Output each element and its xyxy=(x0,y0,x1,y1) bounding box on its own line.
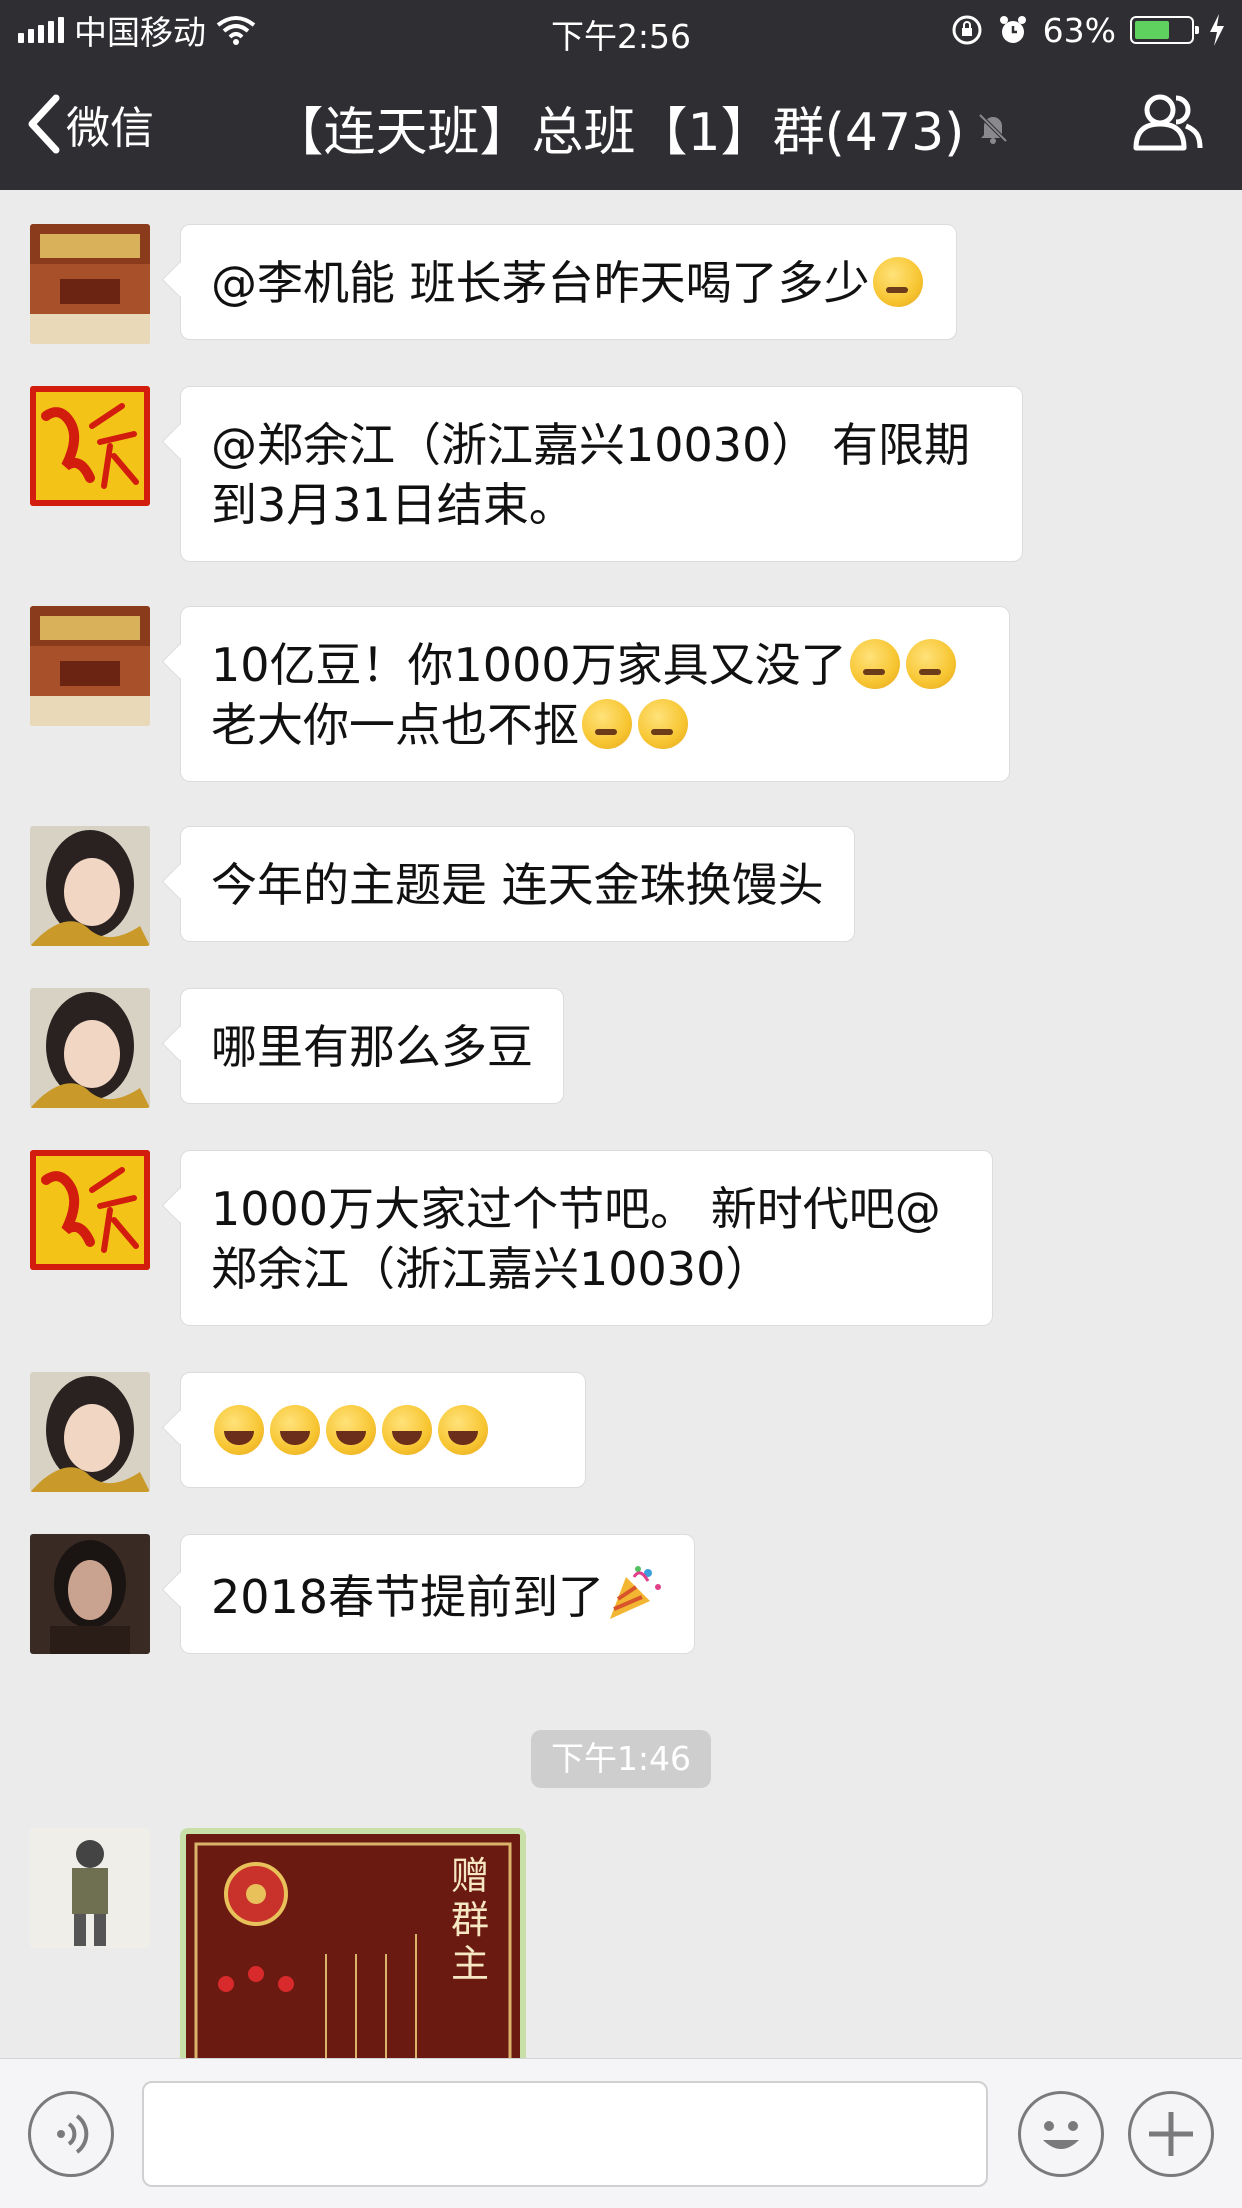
voice-toggle-button[interactable] xyxy=(28,2091,114,2177)
input-bar xyxy=(0,2058,1242,2208)
message-bubble[interactable]: 10亿豆！你1000万家具又没了 老大你一点也不抠 xyxy=(180,606,1010,782)
avatar-woman-selfie[interactable] xyxy=(30,988,150,1108)
chat-message xyxy=(30,1372,586,1492)
status-right: 63% xyxy=(951,10,1226,50)
chat-message: 1000万大家过个节吧。 新时代吧@郑余江（浙江嘉兴10030） xyxy=(30,1150,993,1326)
avatar-woman-selfie[interactable] xyxy=(30,1372,150,1492)
avatar-image xyxy=(30,1150,150,1270)
more-button[interactable] xyxy=(1128,2091,1214,2177)
avatar-image xyxy=(30,1534,150,1654)
message-bubble[interactable]: @李机能 班长茅台昨天喝了多少 xyxy=(180,224,957,340)
message-bubble[interactable]: 1000万大家过个节吧。 新时代吧@郑余江（浙江嘉兴10030） xyxy=(180,1150,993,1326)
avatar-furniture-room[interactable] xyxy=(30,606,150,726)
avatar-image xyxy=(30,386,150,506)
message-line: 老大你一点也不抠 xyxy=(211,695,979,755)
message-text: 1000万大家过个节吧。 新时代吧@郑余江（浙江嘉兴10030） xyxy=(211,1182,941,1296)
chat-message: @郑余江（浙江嘉兴10030） 有限期到3月31日结束。 xyxy=(30,386,1023,562)
message-text: 今年的主题是 连天金珠换馒头 xyxy=(211,858,824,912)
message-text: @郑余江（浙江嘉兴10030） 有限期到3月31日结束。 xyxy=(211,418,970,532)
avatar-red-logo[interactable] xyxy=(30,1150,150,1270)
avatar-image xyxy=(30,224,150,344)
avatar-woman-selfie[interactable] xyxy=(30,826,150,946)
avatar-image xyxy=(30,826,150,946)
chat-message: 2018春节提前到了 xyxy=(30,1534,696,1654)
plus-icon xyxy=(1149,2112,1193,2156)
message-text: 老大你一点也不抠 xyxy=(211,698,579,752)
avatar-image xyxy=(30,988,150,1108)
back-label: 微信 xyxy=(66,103,154,154)
tears-of-joy-emoji xyxy=(438,1405,488,1455)
chevron-left-icon xyxy=(28,94,60,154)
chat-message: 今年的主题是 连天金珠换馒头 xyxy=(30,826,855,946)
thinking-face-emoji xyxy=(849,639,900,689)
message-bubble[interactable]: 今年的主题是 连天金珠换馒头 xyxy=(180,826,855,942)
message-text: @李机能 班长茅台昨天喝了多少 xyxy=(211,256,870,310)
message-line: 10亿豆！你1000万家具又没了 xyxy=(211,635,979,695)
thinking-face-emoji xyxy=(638,699,688,749)
avatar-woman-dark[interactable] xyxy=(30,1534,150,1654)
back-button[interactable]: 微信 xyxy=(26,92,154,156)
wechat-group-chat-screen: 中国移动 下午2:56 63% 微信 【连天班】总班【1】群(473) @李机能… xyxy=(0,0,1242,2208)
chat-title: 【连天班】总班【1】群(473) xyxy=(220,90,1062,165)
battery-icon xyxy=(1130,16,1199,44)
tears-of-joy-emoji xyxy=(326,1405,376,1455)
mute-bell-icon xyxy=(979,113,1008,144)
thinking-face-emoji xyxy=(872,257,923,307)
charging-bolt-icon xyxy=(1210,14,1224,46)
chat-message: 哪里有那么多豆 xyxy=(30,988,564,1108)
thinking-face-emoji xyxy=(905,639,956,689)
battery-percent: 63% xyxy=(1042,10,1116,50)
nav-bar: 微信 【连天班】总班【1】群(473) xyxy=(0,62,1242,190)
avatar-image xyxy=(30,1828,150,1948)
time-divider: 下午1:46 xyxy=(531,1730,711,1788)
chat-message: 赠群主 xyxy=(30,1828,526,2058)
message-input[interactable] xyxy=(142,2081,988,2187)
status-bar: 中国移动 下午2:56 63% xyxy=(0,0,1242,62)
certificate-caption: 赠群主 xyxy=(450,1854,489,1986)
avatar-cartoon-man[interactable] xyxy=(30,1828,150,1948)
top-bar: 中国移动 下午2:56 63% 微信 【连天班】总班【1】群(473) xyxy=(0,0,1242,190)
tears-of-joy-emoji xyxy=(270,1405,320,1455)
emoji-button[interactable] xyxy=(1018,2091,1104,2177)
message-bubble[interactable]: 2018春节提前到了 xyxy=(180,1534,696,1654)
avatar-image xyxy=(30,606,150,726)
orientation-lock-icon xyxy=(952,15,982,45)
message-text: 哪里有那么多豆 xyxy=(211,1020,533,1074)
chat-title-text: 【连天班】总班【1】群(473) xyxy=(271,103,965,163)
avatar-image xyxy=(30,1372,150,1492)
chat-message: 10亿豆！你1000万家具又没了 老大你一点也不抠 xyxy=(30,606,1010,782)
message-text: 10亿豆！你1000万家具又没了 xyxy=(211,638,847,692)
smiley-icon xyxy=(1043,2121,1079,2149)
chat-history[interactable]: @李机能 班长茅台昨天喝了多少 @郑余江（浙江嘉兴10030） 有限期到3月31… xyxy=(0,190,1242,2058)
message-bubble[interactable]: 哪里有那么多豆 xyxy=(180,988,564,1104)
chat-message: @李机能 班长茅台昨天喝了多少 xyxy=(30,224,957,344)
message-text: 2018春节提前到了 xyxy=(211,1570,605,1624)
message-bubble[interactable] xyxy=(180,1372,586,1488)
party-popper-icon xyxy=(610,1566,662,1619)
tears-of-joy-emoji xyxy=(214,1405,264,1455)
alarm-icon xyxy=(999,16,1026,43)
message-bubble[interactable]: @郑余江（浙江嘉兴10030） 有限期到3月31日结束。 xyxy=(180,386,1023,562)
avatar-red-logo[interactable] xyxy=(30,386,150,506)
tears-of-joy-emoji xyxy=(382,1405,432,1455)
group-members-icon[interactable] xyxy=(1132,92,1204,152)
voice-icon xyxy=(57,2114,89,2154)
avatar-furniture-room[interactable] xyxy=(30,224,150,344)
thinking-face-emoji xyxy=(582,699,632,749)
image-message[interactable]: 赠群主 xyxy=(180,1828,526,2058)
